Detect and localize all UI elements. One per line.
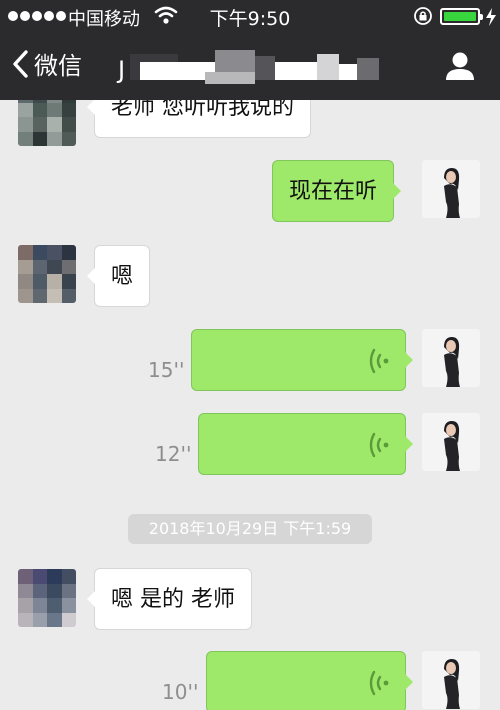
contact-avatar[interactable] [18, 569, 76, 627]
voice-wave-icon [369, 348, 389, 374]
profile-icon[interactable] [444, 50, 476, 82]
navigation-bar: 微信 J [0, 32, 500, 100]
time-divider: 2018年10月29日 下午1:59 [128, 514, 372, 544]
message-text: 嗯 是的 老师 [111, 587, 235, 612]
rotation-lock-icon [414, 7, 432, 25]
back-chevron-icon [13, 49, 28, 78]
message-bubble-incoming[interactable]: 嗯 [86, 245, 151, 307]
voice-message-bubble[interactable] [198, 413, 413, 475]
charging-icon [486, 8, 496, 26]
status-bar: 中国移动 下午9:50 [0, 0, 500, 32]
voice-duration: 10'' [162, 680, 199, 704]
voice-message-bubble[interactable] [206, 651, 413, 710]
voice-wave-icon [369, 670, 389, 696]
my-avatar[interactable] [422, 160, 480, 218]
censored-title [130, 50, 380, 84]
message-bubble-incoming[interactable]: 嗯 是的 老师 [87, 568, 252, 630]
woman-photo-icon [422, 329, 480, 387]
my-avatar[interactable] [422, 413, 480, 471]
contact-avatar[interactable] [18, 245, 76, 303]
my-avatar[interactable] [422, 651, 480, 709]
voice-duration: 12'' [155, 442, 192, 466]
message-text: 嗯 [111, 264, 134, 289]
voice-message-bubble[interactable] [191, 329, 413, 391]
voice-wave-icon [369, 432, 389, 458]
woman-photo-icon [422, 651, 480, 709]
chat-title: J [118, 56, 126, 84]
top-bar: 中国移动 下午9:50 微信 J [0, 0, 500, 100]
battery-icon [440, 8, 483, 25]
woman-photo-icon [422, 413, 480, 471]
message-text: 现在在听 [289, 179, 378, 204]
message-bubble-outgoing[interactable]: 现在在听 [272, 160, 402, 222]
my-avatar[interactable] [422, 329, 480, 387]
woman-photo-icon [422, 160, 480, 218]
back-label: 微信 [34, 52, 82, 80]
back-button[interactable]: 微信 [12, 46, 82, 81]
voice-duration: 15'' [148, 358, 185, 382]
